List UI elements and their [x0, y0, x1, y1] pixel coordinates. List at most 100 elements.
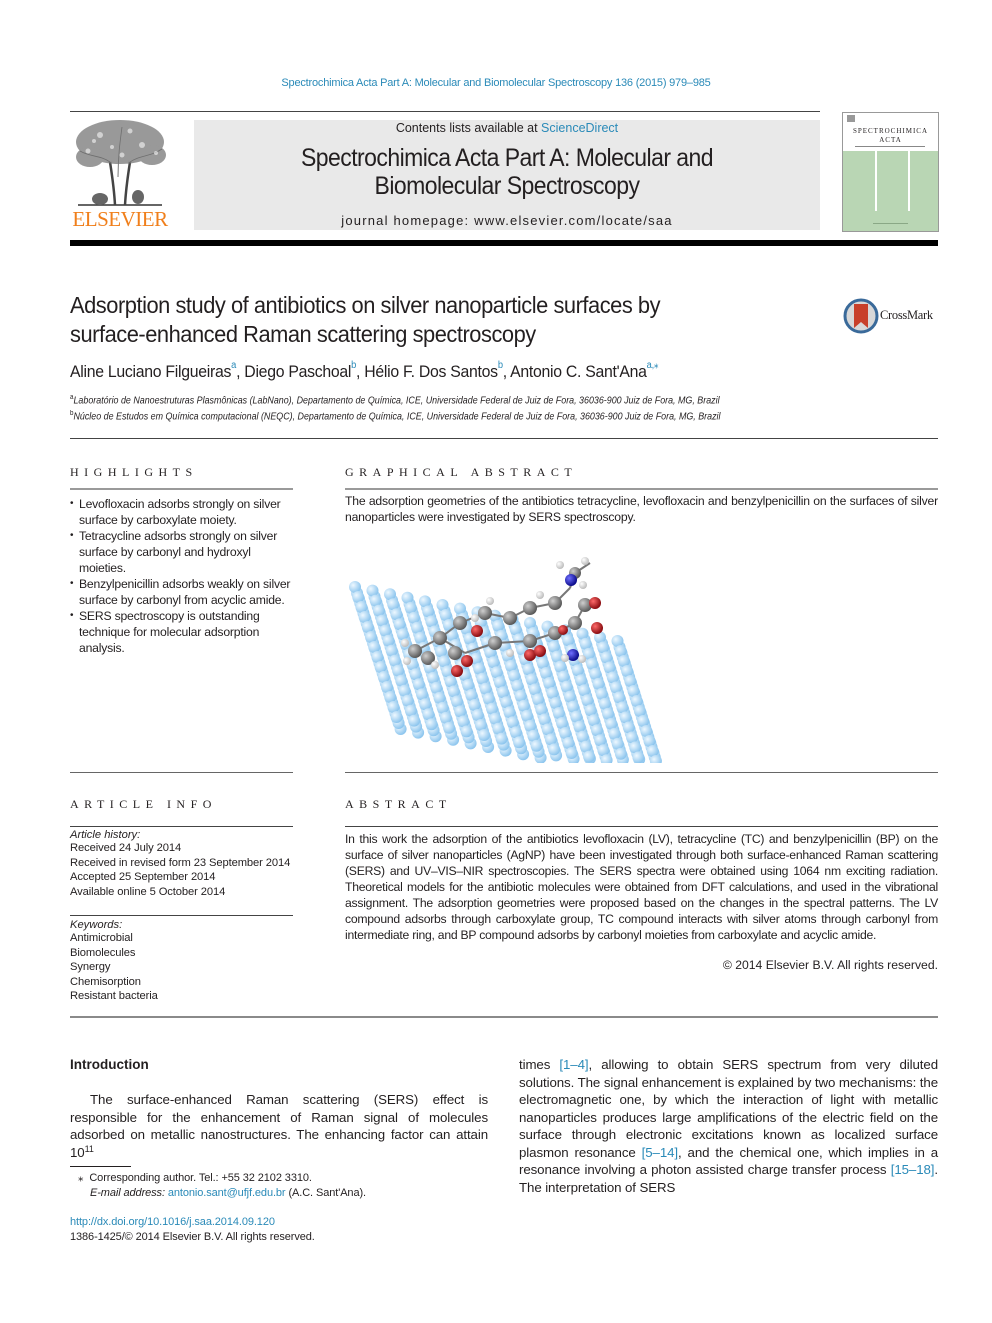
author-list: Aline Luciano Filgueirasa, Diego Paschoa… — [70, 360, 870, 382]
journal-title[interactable]: Spectrochimica Acta Part A: Molecular an… — [219, 144, 795, 200]
section-divider — [70, 772, 293, 773]
molecule-on-silver-lattice-figure — [349, 557, 662, 767]
keyword: Resistant bacteria — [70, 990, 158, 1002]
section-divider — [345, 772, 938, 773]
citation-link[interactable]: [5–14] — [642, 1145, 678, 1160]
hydrogen-atom — [578, 655, 586, 663]
graphical-abstract-image[interactable] — [345, 543, 665, 767]
silver-atom — [495, 732, 508, 745]
history-online: Available online 5 October 2014 — [70, 885, 226, 898]
silver-atom — [565, 747, 578, 759]
header-divider — [70, 438, 938, 439]
carbon-atom — [478, 606, 492, 620]
front-matter-divider — [70, 1016, 938, 1018]
hydrogen-atom — [431, 661, 439, 669]
cover-publisher-icon — [847, 115, 855, 122]
abstract-copyright: © 2014 Elsevier B.V. All rights reserved… — [722, 958, 938, 972]
silver-atom — [614, 747, 627, 760]
highlights-rule — [70, 488, 293, 490]
silver-atom — [408, 714, 421, 727]
article-title-line2: surface-enhanced Raman scattering spectr… — [70, 321, 536, 347]
carbon-atom — [548, 596, 562, 610]
journal-title-line1: Spectrochimica Acta Part A: Molecular an… — [300, 144, 714, 172]
affiliation-text: Núcleo de Estudos em Química computacion… — [73, 411, 721, 423]
author[interactable]: Diego Paschoalb — [244, 360, 356, 381]
oxygen-atom — [534, 645, 546, 657]
cover-stripe — [908, 151, 910, 211]
silver-atom — [583, 750, 596, 763]
citation-link[interactable]: [15–18] — [891, 1162, 935, 1177]
hydrogen-atom — [561, 654, 569, 662]
oxygen-atom — [591, 622, 603, 634]
carbon-atom — [453, 616, 467, 630]
carbon-atom — [488, 636, 502, 650]
footnote-rule — [70, 1166, 131, 1167]
masthead-bottom-rule — [70, 240, 938, 246]
corresponding-author-note: ⁎ Corresponding author. Tel.: +55 32 210… — [78, 1171, 312, 1184]
silver-atom — [460, 725, 473, 738]
carbon-atom — [408, 644, 422, 658]
article-title-line1: Adsorption study of antibiotics on silve… — [70, 292, 661, 318]
carbon-atom — [523, 634, 537, 648]
highlights-heading: HIGHLIGHTS — [70, 465, 198, 479]
journal-masthead: Contents lists available at ScienceDirec… — [194, 120, 820, 230]
affiliation-mark[interactable]: a — [231, 360, 236, 371]
keyword: Chemisorption — [70, 975, 141, 988]
oxygen-atom — [461, 655, 473, 667]
carbon-atom — [503, 611, 517, 625]
affiliation-text: Laboratório de Nanoestruturas Plasmônica… — [73, 395, 720, 407]
keywords-rule — [70, 915, 293, 916]
article-info-rule — [70, 826, 293, 827]
introduction-paragraph: The surface-enhanced Raman scattering (S… — [70, 1092, 488, 1160]
author[interactable]: Hélio F. Dos Santosb — [364, 360, 503, 381]
issn-copyright: 1386-1425/© 2014 Elsevier B.V. All right… — [70, 1231, 315, 1243]
journal-title-line2: Biomolecular Spectroscopy — [374, 172, 640, 200]
carbon-atom — [448, 646, 462, 660]
footnote-mark: ⁎ — [78, 1172, 84, 1184]
history-label: Article history: — [70, 829, 141, 841]
oxygen-atom — [589, 597, 601, 609]
abstract-rule — [345, 826, 938, 827]
email-label: E-mail address: — [90, 1187, 168, 1199]
email-link[interactable]: antonio.sant@ufjf.edu.br — [168, 1187, 286, 1199]
cover-footer-text — [873, 223, 908, 224]
affiliation-mark[interactable]: a,⁎ — [647, 360, 659, 371]
affiliation-mark[interactable]: b — [498, 360, 503, 371]
contents-line: Contents lists available at ScienceDirec… — [194, 121, 820, 135]
affiliation-mark[interactable]: b — [351, 360, 356, 371]
top-rule — [70, 111, 820, 112]
crossmark-label: CrossMark — [880, 308, 933, 322]
cover-header: SPECTROCHIMICA ACTA — [843, 113, 938, 151]
keyword: Antimicrobial — [70, 932, 133, 944]
crossmark-badge[interactable]: CrossMark — [843, 298, 943, 334]
silver-atom — [390, 711, 403, 723]
hydrogen-atom — [401, 639, 409, 647]
introduction-text-left: The surface-enhanced Raman scattering (S… — [70, 1091, 488, 1161]
abstract-heading: ABSTRACT — [345, 797, 452, 811]
homepage-line: journal homepage: www.elsevier.com/locat… — [194, 213, 820, 228]
affiliation: bNúcleo de Estudos em Química computacio… — [70, 410, 853, 422]
carbon-atom — [433, 631, 447, 645]
cover-subtitle-rule — [855, 146, 925, 147]
silver-atom — [513, 736, 526, 749]
affiliation: aLaboratório de Nanoestruturas Plasmônic… — [70, 394, 853, 406]
elsevier-wordmark: ELSEVIER — [72, 207, 168, 231]
introduction-heading: Introduction — [70, 1057, 149, 1072]
journal-cover-thumbnail[interactable]: SPECTROCHIMICA ACTA — [842, 112, 939, 232]
citation-link[interactable]: [1–4] — [559, 1057, 588, 1072]
running-head[interactable]: Spectrochimica Acta Part A: Molecular an… — [0, 77, 992, 89]
hydrogen-atom — [471, 614, 479, 622]
homepage-link[interactable]: www.elsevier.com/locate/saa — [474, 213, 673, 228]
history-accepted: Accepted 25 September 2014 — [70, 871, 216, 883]
graphical-abstract-text: The adsorption geometries of the antibio… — [345, 494, 938, 524]
highlight-item: Benzylpenicillin adsorbs weakly on silve… — [70, 576, 295, 608]
silver-atom — [548, 743, 561, 756]
sciencedirect-link[interactable]: ScienceDirect — [541, 121, 618, 135]
email-note: E-mail address: antonio.sant@ufjf.edu.br… — [90, 1187, 366, 1199]
highlights-list: Levofloxacin adsorbs strongly on silver … — [70, 496, 295, 656]
author[interactable]: Aline Luciano Filgueirasa — [70, 360, 236, 381]
doi-link[interactable]: http://dx.doi.org/10.1016/j.saa.2014.09.… — [70, 1216, 275, 1228]
elsevier-logo[interactable]: ELSEVIER — [70, 117, 170, 232]
article-title: Adsorption study of antibiotics on silve… — [70, 291, 758, 349]
author[interactable]: Antonio C. Sant'Anaa,⁎ — [510, 360, 659, 381]
